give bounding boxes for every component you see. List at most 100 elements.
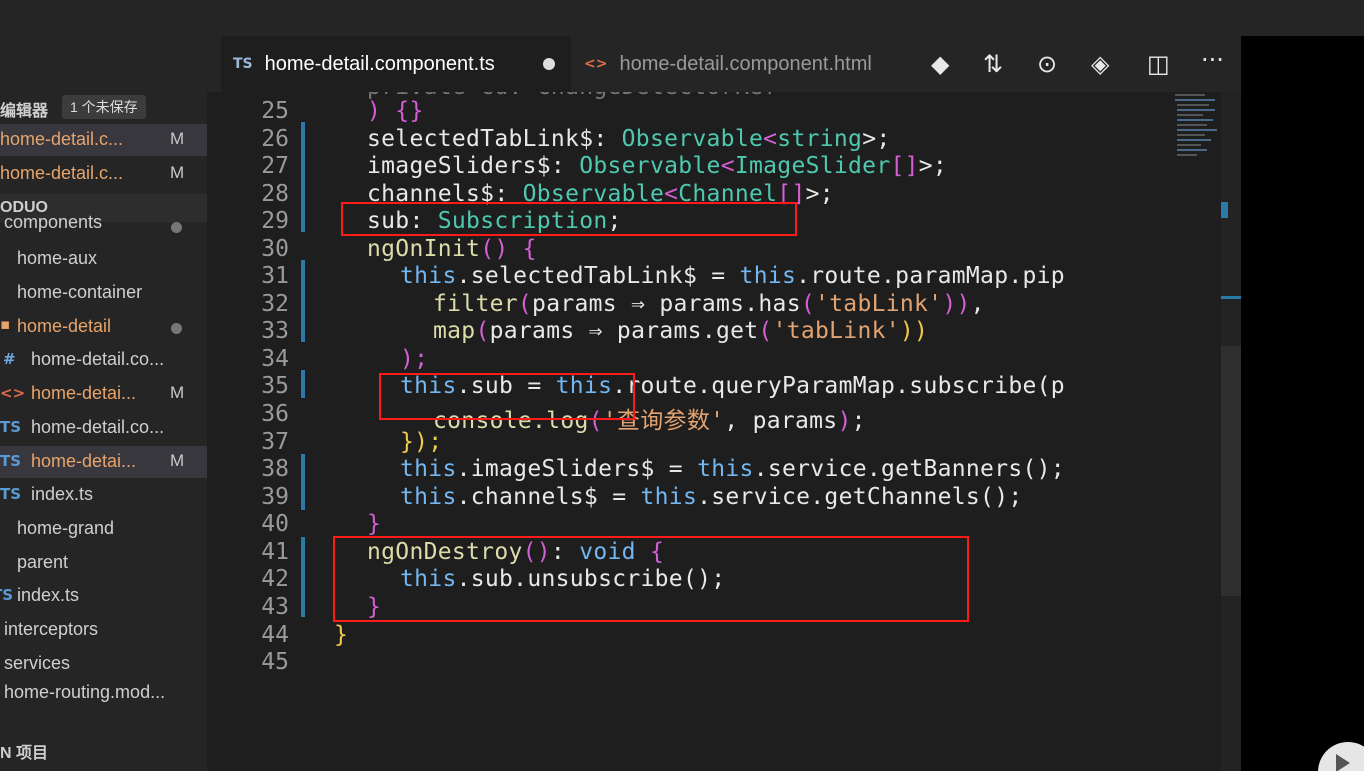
code-token: this: [400, 484, 457, 510]
tree-item-file[interactable]: TS index.ts: [0, 580, 207, 612]
typescript-file-icon: TS: [0, 586, 14, 604]
line-number: 42: [261, 566, 289, 592]
unsaved-dot-icon[interactable]: [543, 58, 555, 70]
tree-item-home-aux[interactable]: home-aux: [0, 243, 207, 275]
typescript-file-icon: TS: [233, 56, 253, 72]
tree-item-services[interactable]: services: [0, 648, 207, 680]
code-token: Observable: [621, 126, 764, 152]
open-file-label: home-detail.c...: [0, 129, 124, 149]
code-token: selectedTabLink$:: [367, 126, 622, 152]
open-file-item[interactable]: home-detail.c... M: [0, 124, 207, 156]
git-diamond-icon[interactable]: ◆: [931, 50, 949, 78]
code-token: imageSliders$:: [367, 153, 580, 179]
open-file-item[interactable]: home-detail.c... M: [0, 158, 207, 190]
highlight-box-ngondestroy: [333, 536, 969, 622]
css-file-icon: #: [3, 350, 16, 368]
tab-home-detail-component-ts[interactable]: TS home-detail.component.ts: [221, 36, 571, 92]
vertical-scrollbar[interactable]: [1221, 92, 1241, 771]
code-token: 'tabLink': [772, 318, 900, 344]
split-editor-icon[interactable]: ◫: [1147, 50, 1170, 78]
code-token: this: [400, 263, 457, 289]
code-token: Observable: [579, 153, 721, 179]
tree-item-components[interactable]: components: [0, 214, 207, 236]
minimap-line: [1177, 144, 1201, 146]
line-number: 41: [261, 539, 289, 565]
tree-item-interceptors[interactable]: interceptors: [0, 614, 207, 646]
code-line-32: filter(params ⇒ params.has('tabLink')),: [433, 291, 985, 317]
status-dot: [171, 323, 182, 334]
more-actions-icon[interactable]: ···: [1201, 46, 1224, 74]
line-number: 45: [261, 649, 289, 675]
video-letterbox: [1241, 36, 1364, 771]
code-token: .imageSliders$ =: [456, 456, 698, 482]
tab-home-detail-component-html[interactable]: <> home-detail.component.html: [572, 36, 909, 92]
open-file-label: home-detail.c...: [0, 163, 124, 183]
code-editor[interactable]: private cd: ChangeDetectorRef 25 26 27 2…: [207, 92, 1241, 771]
line-number: 33: [261, 318, 289, 344]
line-number: 39: [261, 484, 289, 510]
code-token: this: [697, 456, 754, 482]
line-number: 36: [261, 401, 289, 427]
code-token: ) {}: [367, 98, 424, 124]
line-number: 43: [261, 594, 289, 620]
code-token: string: [777, 126, 863, 152]
tree-item-parent[interactable]: parent: [0, 547, 207, 579]
tree-item-home-grand[interactable]: home-grand: [0, 513, 207, 545]
outline-section-header[interactable]: N 项目: [0, 733, 207, 765]
typescript-file-icon: TS: [0, 418, 22, 436]
minimap-line: [1177, 154, 1197, 156]
code-token: (): [480, 236, 509, 262]
scroll-marker: [1221, 202, 1228, 218]
tree-item-label: home-detai...: [31, 451, 137, 471]
tree-item-home-container[interactable]: home-container: [0, 277, 207, 309]
code-token: >;: [918, 153, 948, 179]
code-line-38: this.imageSliders$ = this.service.getBan…: [400, 456, 1065, 482]
tree-item-routing-module[interactable]: home-routing.mod...: [0, 682, 207, 702]
code-token: (: [758, 318, 773, 344]
compare-changes-icon[interactable]: ⇅: [983, 50, 1003, 78]
minimap-line: [1177, 134, 1205, 136]
code-token: .route.paramMap.pip: [796, 263, 1065, 289]
minimap-line: [1175, 94, 1205, 96]
outline-section-title: N 项目: [0, 745, 49, 762]
tree-item-label: home-grand: [17, 518, 115, 538]
tree-item-file[interactable]: TS home-detail.co...: [0, 412, 207, 444]
code-token: });: [400, 429, 443, 455]
code-token: )): [899, 318, 929, 344]
tree-item-label: home-detail.co...: [31, 417, 165, 437]
tree-item-label: index.ts: [31, 484, 94, 504]
code-token: ,: [970, 291, 985, 317]
typescript-file-icon: TS: [0, 452, 22, 470]
modified-mark: M: [170, 163, 185, 182]
code-token: <: [763, 126, 778, 152]
line-number: 30: [261, 236, 289, 262]
tree-item-home-detail[interactable]: ▪ home-detail: [0, 311, 207, 343]
code-token: .selectedTabLink$ =: [456, 263, 740, 289]
tree-item-file[interactable]: TS home-detai... M: [0, 446, 207, 478]
code-line-37: });: [400, 429, 442, 455]
code-token: .route.queryParamMap.subscribe(p: [612, 373, 1065, 399]
code-token: {: [508, 236, 537, 262]
modified-mark: M: [170, 383, 185, 402]
scrollbar-thumb[interactable]: [1221, 346, 1241, 596]
minimap[interactable]: [1171, 92, 1221, 172]
html-file-icon: <>: [0, 384, 26, 402]
tree-item-file[interactable]: # home-detail.co...: [0, 344, 207, 376]
code-token: (: [517, 291, 533, 317]
code-token: >;: [862, 126, 891, 152]
code-token: }: [334, 622, 349, 648]
code-token: );: [400, 346, 429, 372]
code-token: <: [720, 153, 735, 179]
code-token: (: [475, 318, 490, 344]
scroll-marker: [1221, 296, 1241, 299]
code-token: }: [367, 511, 382, 537]
open-changes-icon[interactable]: ⊙: [1037, 50, 1057, 78]
highlight-box-sub: [341, 202, 797, 236]
tree-item-file[interactable]: TS index.ts: [0, 479, 207, 511]
modified-mark: M: [170, 451, 185, 470]
open-editors-header[interactable]: 编辑器 1 个未保存: [0, 91, 207, 123]
tree-item-file[interactable]: <> home-detai... M: [0, 378, 207, 410]
code-line-26: selectedTabLink$: Observable<string>;: [367, 126, 890, 152]
git-commit-icon[interactable]: ◈: [1091, 50, 1109, 78]
line-number: 34: [261, 346, 289, 372]
